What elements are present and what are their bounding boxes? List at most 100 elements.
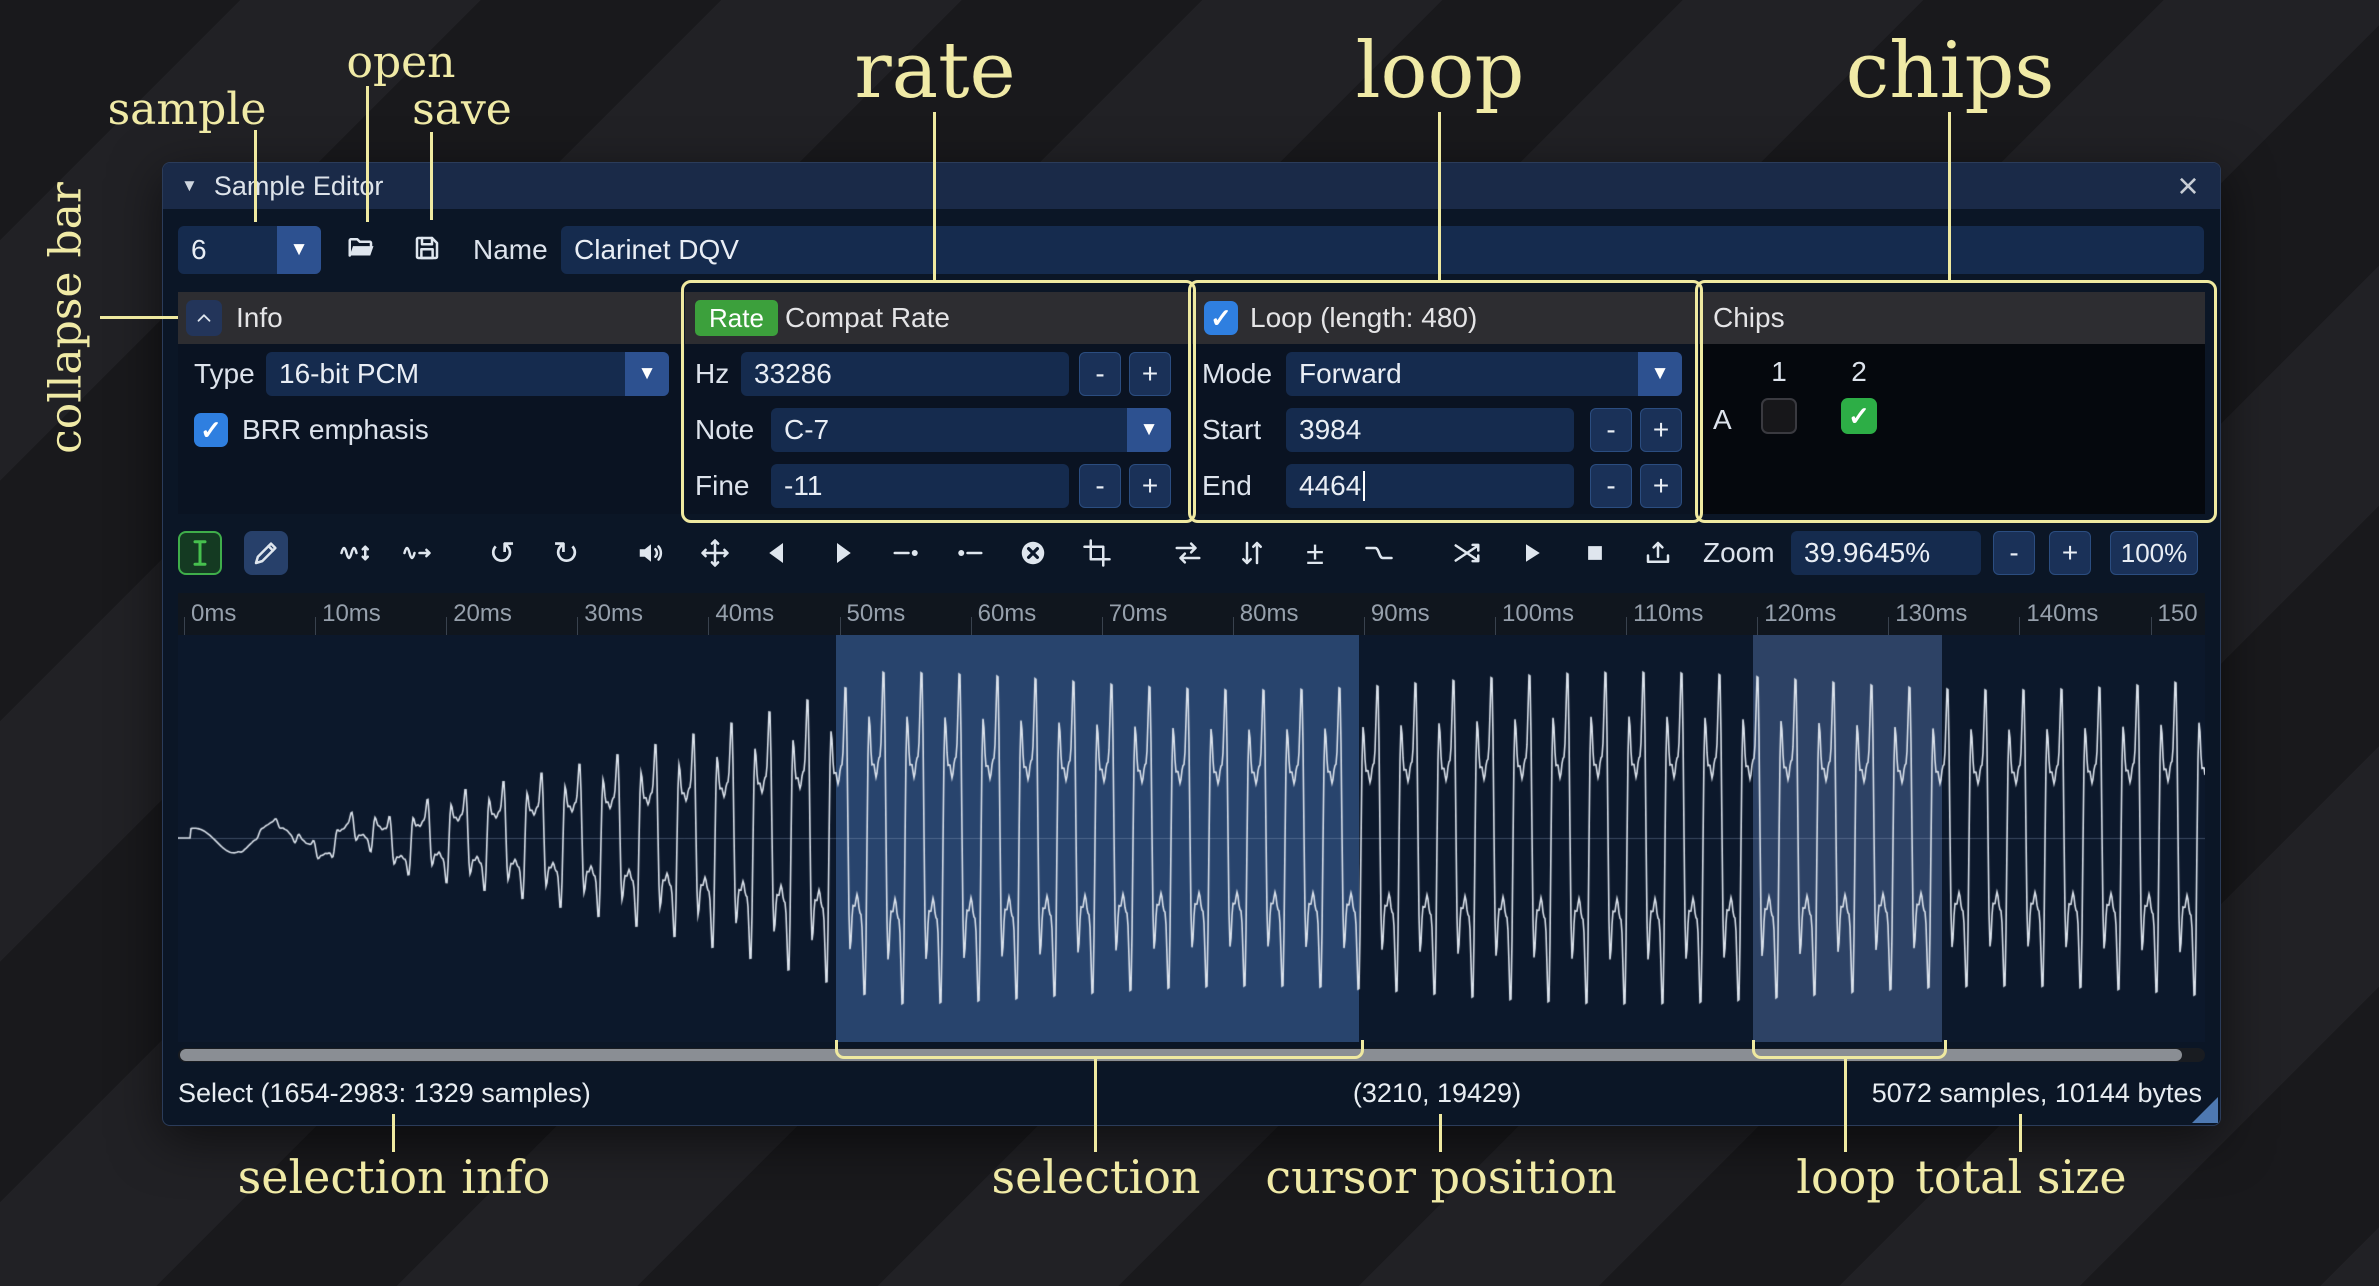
filter-button[interactable] (1357, 531, 1401, 575)
close-button[interactable]: × (2166, 163, 2210, 209)
type-label: Type (194, 352, 255, 396)
plus-minus-icon: ± (1306, 537, 1324, 569)
name-label: Name (473, 228, 548, 272)
delete-button[interactable] (1011, 531, 1055, 575)
arrows-up-down-icon (1237, 538, 1267, 568)
import-button[interactable] (1636, 531, 1680, 575)
timeline-tick (446, 617, 447, 635)
undo-icon: ↺ (489, 537, 516, 569)
fade-out-button[interactable] (820, 531, 864, 575)
timeline-tick (1233, 617, 1234, 635)
annotation-total-size: total size (1915, 1150, 2126, 1204)
x-circle-icon (1018, 538, 1048, 568)
crossfade-button[interactable] (1445, 531, 1489, 575)
stop-button[interactable] (1573, 531, 1617, 575)
annotation-sample: sample (108, 84, 267, 135)
zoom-value: 39.9645% (1804, 537, 1930, 569)
annotation-line-loop (1438, 112, 1441, 280)
fade-in-button[interactable] (756, 531, 800, 575)
sample-number-dropdown-button[interactable]: ▼ (277, 226, 321, 274)
collapse-bar-button[interactable] (186, 300, 222, 336)
sample-type-value: 16-bit PCM (279, 358, 419, 390)
cursor-position-text: (3210, 19429) (1353, 1068, 1521, 1118)
waveform-canvas[interactable] (178, 635, 2205, 1042)
annotation-box-loop (1188, 280, 1703, 523)
apply-silence-button[interactable] (948, 531, 992, 575)
draw-mode-button[interactable] (244, 531, 288, 575)
floppy-disk-icon (412, 233, 442, 263)
info-header-label: Info (236, 302, 283, 334)
timeline-tick (1102, 617, 1103, 635)
resample-button[interactable] (395, 531, 439, 575)
sample-type-dropdown-button[interactable]: ▼ (625, 352, 669, 396)
annotation-line-loop-bottom (1844, 1056, 1847, 1152)
annotation-line-rate (933, 112, 936, 280)
sample-number-value: 6 (191, 234, 207, 266)
desktop-background: ▼ Sample Editor × 6 ▼ Name (0, 0, 2379, 1286)
invert-button[interactable] (1230, 531, 1274, 575)
amplify-button[interactable] (629, 531, 673, 575)
timeline-label: 80ms (1240, 600, 1299, 628)
undo-button[interactable]: ↺ (480, 531, 524, 575)
timeline-tick (971, 617, 972, 635)
wave-resample-icon (402, 538, 432, 568)
annotation-line-chips (1948, 112, 1951, 280)
window-titlebar[interactable]: ▼ Sample Editor × (163, 163, 2220, 209)
zoom-input[interactable]: 39.9645% (1791, 531, 1981, 575)
wave-resize-icon (339, 538, 369, 568)
window-resize-grip[interactable] (2192, 1097, 2218, 1123)
timeline-tick (1626, 617, 1627, 635)
sample-name-input[interactable]: Clarinet DQV (561, 226, 2204, 274)
preview-play-button[interactable] (1509, 531, 1553, 575)
timeline-tick (1495, 617, 1496, 635)
annotation-line-total-size (2019, 1114, 2022, 1152)
window-collapse-icon[interactable]: ▼ (181, 176, 198, 196)
chevron-down-icon: ▼ (290, 239, 309, 261)
timeline-tick (1888, 617, 1889, 635)
brr-emphasis-label: BRR emphasis (242, 408, 429, 452)
normalize-button[interactable] (693, 531, 737, 575)
triangle-left-icon (763, 538, 793, 568)
signedness-button[interactable]: ± (1293, 531, 1337, 575)
chevron-down-icon: ▼ (638, 363, 657, 385)
annotation-line-open (366, 86, 369, 222)
annotation-line-selection (1094, 1056, 1097, 1152)
play-icon (1516, 538, 1546, 568)
brr-emphasis-checkbox[interactable]: ✓ (194, 413, 228, 447)
timeline-tick (708, 617, 709, 635)
chevron-up-icon (193, 307, 215, 329)
annotation-open: open (346, 37, 455, 88)
timeline-label: 50ms (847, 600, 906, 628)
trim-button[interactable] (1075, 531, 1119, 575)
timeline-label: 120ms (1764, 600, 1836, 628)
reverse-button[interactable] (1166, 531, 1210, 575)
filter-curve-icon (1364, 538, 1394, 568)
timeline-label: 140ms (2026, 600, 2098, 628)
annotation-selection: selection (991, 1150, 1200, 1204)
insert-silence-button[interactable] (884, 531, 928, 575)
zoom-reset-button[interactable]: 100% (2110, 531, 2198, 575)
open-sample-button[interactable] (339, 226, 383, 270)
sample-type-dropdown[interactable]: 16-bit PCM ▼ (266, 352, 669, 396)
annotation-line-selection-info (392, 1114, 395, 1152)
timeline-label: 10ms (322, 600, 381, 628)
redo-button[interactable]: ↻ (544, 531, 588, 575)
upload-icon (1643, 538, 1673, 568)
save-sample-button[interactable] (405, 226, 449, 270)
zoom-out-button[interactable]: - (1993, 531, 2035, 575)
timeline-label: 0ms (191, 600, 236, 628)
dash-dot-icon (891, 538, 921, 568)
timeline-ruler[interactable]: 0ms10ms20ms30ms40ms50ms60ms70ms80ms90ms1… (178, 593, 2205, 636)
sample-number-combo[interactable]: 6 ▼ (178, 226, 321, 274)
pencil-icon (251, 538, 281, 568)
ibeam-cursor-icon (185, 538, 215, 568)
select-mode-button[interactable] (178, 531, 222, 575)
waveform-view[interactable] (178, 635, 2205, 1042)
zoom-in-button[interactable]: + (2049, 531, 2091, 575)
timeline-label: 20ms (453, 600, 512, 628)
cross-arrows-icon (1452, 538, 1482, 568)
status-bar: Select (1654-2983: 1329 samples) (3210, … (163, 1068, 2220, 1118)
arrows-swap-icon (1173, 538, 1203, 568)
check-icon: ✓ (200, 415, 222, 446)
resize-button[interactable] (332, 531, 376, 575)
